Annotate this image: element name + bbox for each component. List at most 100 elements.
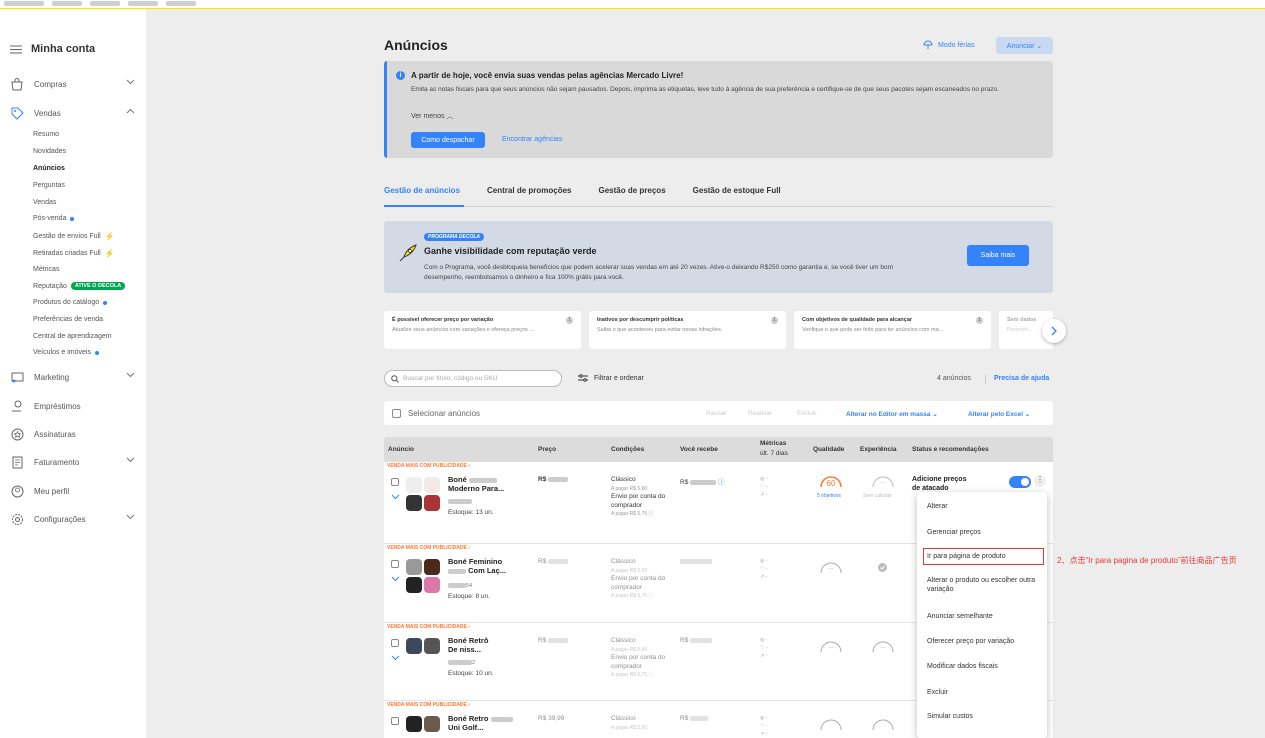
- promo-link[interactable]: VENDA MAIS COM PUBLICIDADE ›: [387, 702, 470, 708]
- listing-title[interactable]: Boné Moderno Para...: [448, 475, 528, 493]
- listing-metrics: ◎ - ♡ - ↗ -: [760, 476, 768, 498]
- carousel-next-button[interactable]: [1042, 319, 1066, 343]
- sidebar-item-label: Meu perfil: [34, 486, 70, 496]
- select-all-label[interactable]: Selecionar anúncios: [408, 409, 480, 418]
- sidebar-sub-novidades[interactable]: Novidades: [33, 148, 66, 155]
- tab-placeholder: [166, 1, 196, 6]
- sidebar-sub-resumo[interactable]: Resumo: [33, 131, 59, 138]
- sidebar-item-compras[interactable]: Compras: [10, 77, 135, 91]
- sidebar-header[interactable]: Compras Minha conta: [10, 43, 95, 55]
- listing-sku: [448, 499, 472, 505]
- tab-placeholder: [128, 1, 158, 6]
- sidebar-item-label: Vendas: [34, 108, 61, 118]
- menu-item-simular-custos[interactable]: Simular custos: [927, 712, 1042, 721]
- tab-gestao-estoque[interactable]: Gestão de estoque Full: [693, 186, 781, 195]
- filter-button[interactable]: Filtrar e ordenar: [578, 374, 644, 382]
- chevron-down-icon[interactable]: [126, 372, 135, 378]
- sidebar-title: Minha conta: [31, 43, 96, 55]
- sidebar-sub-reputacao[interactable]: Reputação ATIVE O DECOLA: [33, 282, 126, 290]
- sidebar-item-assinaturas[interactable]: Assinaturas: [10, 427, 135, 441]
- sidebar-sub-envios[interactable]: Gestão de envios Full ⚡: [33, 232, 115, 241]
- active-toggle[interactable]: [1009, 476, 1031, 488]
- recommendation-card[interactable]: Com objetivos de qualidade para alcançar…: [794, 311, 991, 349]
- quality-gauge[interactable]: 60: [819, 474, 843, 488]
- tab-gestao-precos[interactable]: Gestão de preços: [599, 186, 666, 195]
- promo-link[interactable]: VENDA MAIS COM PUBLICIDADE ›: [387, 545, 470, 551]
- sidebar-sub-veiculos[interactable]: Veículos e imóveis: [33, 349, 99, 356]
- sidebar-sub-produtos[interactable]: Produtos do catálogo: [33, 299, 108, 306]
- saiba-mais-button[interactable]: Saiba mais: [967, 245, 1029, 266]
- more-options-button[interactable]: ⋮: [1034, 475, 1046, 487]
- sidebar-sub-metricas[interactable]: Métricas: [33, 266, 59, 273]
- excluir-button[interactable]: Excluir: [797, 410, 817, 417]
- row-checkbox[interactable]: [391, 717, 399, 725]
- chevron-down-icon[interactable]: [126, 457, 135, 463]
- sidebar-item-emprestimos[interactable]: Empréstimos: [10, 399, 135, 413]
- chevron-down-icon[interactable]: [126, 79, 135, 85]
- menu-item-excluir[interactable]: Excluir: [927, 688, 1042, 697]
- vacation-mode-link[interactable]: Modo férias: [923, 40, 975, 50]
- notification-dot: [94, 350, 99, 355]
- encontrar-agencias-link[interactable]: Encontrar agências: [502, 136, 562, 143]
- listing-title[interactable]: Boné Retro Uni Golf...: [448, 714, 528, 732]
- menu-item-gerenciar-precos[interactable]: Gerenciar preços: [927, 528, 1042, 537]
- sidebar-sub-retiradas[interactable]: Retiradas criadas Full ⚡: [33, 249, 115, 258]
- editor-massa-button[interactable]: Alterar no Editor em massa ⌄: [846, 410, 938, 418]
- quality-objectives-link[interactable]: 5 objetivos: [817, 493, 841, 499]
- chevron-down-icon[interactable]: [391, 576, 400, 582]
- chevron-down-icon[interactable]: [391, 655, 400, 661]
- card-desc: Preench...: [1007, 327, 1033, 333]
- anunciar-button[interactable]: Anunciar ⌄: [996, 37, 1053, 54]
- listing-sku: 54: [448, 583, 472, 589]
- como-despachar-button[interactable]: Como despachar: [411, 132, 485, 148]
- row-checkbox[interactable]: [391, 560, 399, 568]
- recommendation-card[interactable]: Inativos por descumprir políticas Saiba …: [589, 311, 786, 349]
- excel-button[interactable]: Alterar pelo Excel ⌄: [968, 410, 1030, 418]
- listing-conditions: Clássico A pagar R$ 5,60: [611, 715, 648, 731]
- card-title: Com objetivos de qualidade para alcançar: [802, 317, 913, 323]
- sidebar-sub-aprendizagem[interactable]: Central de aprendizagem: [33, 333, 112, 340]
- pausar-button[interactable]: Pausar: [706, 410, 727, 417]
- listing-title[interactable]: Boné Feminino Com Laç...: [448, 557, 528, 575]
- row-checkbox[interactable]: [391, 639, 399, 647]
- chevron-down-icon[interactable]: [126, 514, 135, 520]
- umbrella-icon: [923, 40, 933, 49]
- menu-item-alterar-produto[interactable]: Alterar o produto ou escolher outra vari…: [927, 576, 1042, 594]
- sidebar-sub-vendas[interactable]: Vendas: [33, 199, 56, 206]
- menu-icon[interactable]: [10, 45, 22, 54]
- sidebar-item-marketing[interactable]: Marketing: [10, 370, 135, 384]
- card-title: É possível oferecer preço por variação: [392, 317, 494, 323]
- recommendation-card[interactable]: É possível oferecer preço por variação A…: [384, 311, 581, 349]
- decola-body: Com o Programa, você desbloqueia benefíc…: [424, 264, 893, 281]
- sidebar-item-configuracoes[interactable]: Configurações: [10, 512, 135, 526]
- menu-item-anunciar-semelhante[interactable]: Anunciar semelhante: [927, 612, 1042, 621]
- sidebar-item-perfil[interactable]: Meu perfil: [10, 484, 135, 498]
- tab-central-promocoes[interactable]: Central de promoções: [487, 186, 571, 195]
- row-checkbox[interactable]: [391, 478, 399, 486]
- menu-item-alterar[interactable]: Alterar: [927, 502, 1042, 511]
- chevron-down-icon[interactable]: [391, 494, 400, 500]
- sidebar-sub-posvenda[interactable]: Pós-venda: [33, 215, 75, 222]
- reativar-button[interactable]: Reativar: [748, 410, 772, 417]
- chevron-up-icon[interactable]: [126, 108, 135, 114]
- sidebar-sub-preferencias[interactable]: Preferências de venda: [33, 316, 103, 323]
- promo-link[interactable]: VENDA MAIS COM PUBLICIDADE ›: [387, 463, 470, 469]
- ver-menos-link[interactable]: Ver menos ︿: [411, 111, 453, 121]
- select-all-checkbox[interactable]: [392, 409, 401, 418]
- tab-gestao-anuncios[interactable]: Gestão de anúncios: [384, 186, 460, 195]
- search-input[interactable]: Buscar por título, código ou SKU: [384, 370, 562, 387]
- sidebar-item-faturamento[interactable]: Faturamento: [10, 455, 135, 469]
- sidebar-sub-anuncios[interactable]: Anúncios: [33, 165, 65, 172]
- col-status: Status e recomendações: [912, 446, 989, 453]
- sidebar-sub-label: Retiradas criadas Full: [33, 250, 101, 257]
- promo-link[interactable]: VENDA MAIS COM PUBLICIDADE ›: [387, 624, 470, 630]
- decola-title: Ganhe visibilidade com reputação verde: [424, 246, 597, 256]
- sidebar-item-vendas[interactable]: Vendas: [10, 106, 135, 120]
- menu-item-dados-fiscais[interactable]: Modificar dados fiscais: [927, 662, 1042, 671]
- sidebar-sub-perguntas[interactable]: Perguntas: [33, 182, 65, 189]
- tab-divider: [384, 206, 1053, 207]
- help-link[interactable]: Precisa de ajuda: [994, 375, 1049, 382]
- menu-item-preco-variacao[interactable]: Oferecer preço por variação: [927, 637, 1042, 646]
- money-hand-icon: [10, 399, 24, 413]
- listing-title[interactable]: Boné Retrô De niss...: [448, 636, 528, 654]
